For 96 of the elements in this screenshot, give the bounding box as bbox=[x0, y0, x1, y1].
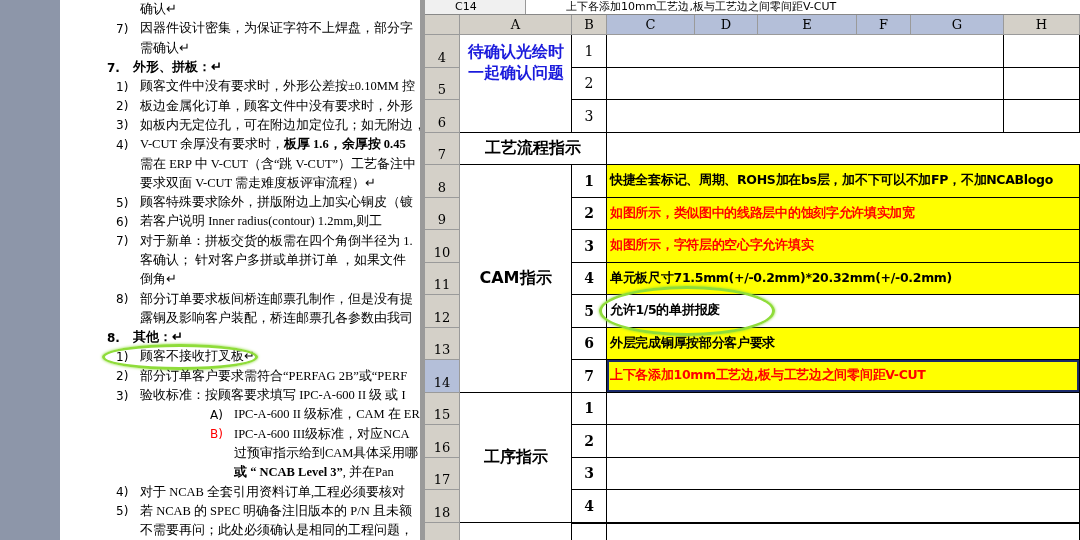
paragraph-text: 因器件设计密集，为保证字符不上焊盘，部分字 bbox=[140, 20, 413, 38]
table-cell: 4 bbox=[572, 490, 607, 523]
list-marker: 7) bbox=[116, 234, 130, 249]
list-marker: 3) bbox=[116, 388, 130, 403]
row-header[interactable]: 9 bbox=[425, 197, 460, 230]
paragraph-text: 确认↵ bbox=[140, 1, 177, 19]
column-header[interactable]: F bbox=[857, 15, 911, 35]
table-cell: 如图所示，字符层的空心字允许填实 bbox=[607, 230, 1080, 263]
paragraph-text: 顾客文件中没有要求时，外形公差按±0.10MM 控 bbox=[140, 78, 416, 96]
list-marker: 1) bbox=[116, 350, 130, 364]
table-cell: 1 bbox=[572, 35, 607, 68]
column-header[interactable]: G bbox=[911, 15, 1004, 35]
table-cell: 1 bbox=[572, 392, 607, 425]
list-marker: 2) bbox=[116, 99, 130, 114]
paragraph-text: 客确认； 针对客户多拼或单拼订单 ，如果文件 bbox=[140, 252, 407, 269]
paragraph-text: 要求双面 V-CUT 需走难度板评审流程）↵ bbox=[140, 174, 377, 192]
table-cell: 外层完成铜厚按部分客户要求 bbox=[607, 327, 1080, 360]
formula-field[interactable]: 上下各添加10mm工艺边,板与工艺边之间零间距V-CUT bbox=[526, 0, 837, 14]
column-header[interactable]: A bbox=[460, 15, 572, 35]
list-marker: 8. bbox=[107, 330, 121, 345]
row-header[interactable]: 17 bbox=[425, 457, 460, 490]
row-header[interactable]: 14 bbox=[425, 360, 460, 393]
section-heading: 其他：↵ bbox=[133, 329, 183, 347]
table-cell: 4 bbox=[572, 262, 607, 295]
list-marker: 5) bbox=[116, 195, 130, 210]
paragraph-text: 部分订单客户要求需符合“PERFAG 2B”或“PERF bbox=[140, 367, 408, 385]
row-header[interactable]: 4 bbox=[425, 35, 460, 68]
name-box[interactable]: C14 bbox=[425, 0, 526, 14]
paragraph-text: 露铜及影响客户装配，桥连邮票孔各参数由我司 bbox=[140, 309, 413, 327]
paragraph-text: 顾客特殊要求除外，拼版附边上加实心铜皮（镀 bbox=[140, 194, 413, 212]
row-header[interactable]: 15 bbox=[425, 392, 460, 425]
table-cell: 2 bbox=[572, 197, 607, 230]
paragraph-text: 需确认↵ bbox=[140, 39, 190, 57]
table-cell: 6 bbox=[572, 327, 607, 360]
list-marker: 8) bbox=[116, 292, 130, 307]
paragraph-text: 验收标准：按顾客要求填写 IPC-A-600 II 级 或 I bbox=[140, 387, 406, 405]
paragraph-text: 需在 ERP 中 V-CUT（含“跳 V-CUT”）工艺备注中 bbox=[140, 155, 417, 173]
paragraph-text: V-CUT 余厚没有要求时，板厚 1.6，余厚按 0.45 bbox=[140, 136, 406, 154]
table-cell: 2 bbox=[572, 425, 607, 458]
paragraph-text: IPC-A-600 II 级标准，CAM 在 ER bbox=[234, 406, 420, 424]
column-header[interactable]: H bbox=[1004, 15, 1080, 35]
row-header[interactable]: 12 bbox=[425, 295, 460, 328]
table-cell: 待确认光绘时一起确认问题 bbox=[460, 35, 572, 133]
paragraph-text: 倒角↵ bbox=[140, 271, 177, 289]
table-cell: 3 bbox=[572, 230, 607, 263]
list-marker: B) bbox=[210, 427, 224, 442]
list-marker: 2) bbox=[116, 369, 130, 384]
column-header[interactable]: B bbox=[572, 15, 607, 35]
list-marker: 1) bbox=[116, 79, 130, 94]
row-header[interactable]: 5 bbox=[425, 67, 460, 100]
paragraph-text: 若客户说明 Inner radius(contour) 1.2mm,则工 bbox=[140, 213, 382, 231]
column-header[interactable]: C bbox=[607, 15, 695, 35]
paragraph-text: 板边金属化订单，顾客文件中没有要求时，外形 bbox=[140, 97, 413, 115]
list-marker: 4) bbox=[116, 137, 130, 152]
table-cell: 单元板尺寸71.5mm(+/-0.2mm)*20.32mm(+/-0.2mm) bbox=[607, 262, 1080, 295]
table-cell: 3 bbox=[572, 100, 607, 133]
list-marker: 3) bbox=[116, 118, 130, 133]
section-heading: 外形、拼板：↵ bbox=[133, 59, 222, 77]
list-marker: A) bbox=[210, 407, 224, 422]
list-marker: 4) bbox=[116, 485, 130, 500]
table-cell: 工艺流程指示 bbox=[460, 132, 607, 165]
table-cell: 3 bbox=[572, 457, 607, 490]
table-cell: 2 bbox=[572, 67, 607, 100]
row-header[interactable]: 10 bbox=[425, 230, 460, 263]
paragraph-text: 若 NCAB 的 SPEC 明确备注旧版本的 P/N 且未额 bbox=[140, 502, 412, 520]
row-header[interactable]: 8 bbox=[425, 165, 460, 198]
table-cell: 快捷全套标记、周期、ROHS加在bs层，加不下可以不加FP，不加NCABlogo bbox=[607, 165, 1080, 198]
row-header[interactable]: 7 bbox=[425, 132, 460, 165]
table-cell: 7 bbox=[572, 360, 607, 393]
paragraph-text: 过预审指示给到CAM具体采用哪 bbox=[234, 444, 419, 462]
paragraph-text: 不需要再问；此处必须确认是相同的工程问题， bbox=[140, 522, 413, 540]
table-cell: 允许1/5的单拼报废 bbox=[607, 295, 1080, 328]
list-marker: 7) bbox=[116, 21, 130, 36]
table-cell: 1 bbox=[572, 165, 607, 198]
row-header[interactable]: 6 bbox=[425, 100, 460, 133]
paragraph-text: 如板内无定位孔，可在附边加定位孔；如无附边， bbox=[140, 116, 420, 134]
paragraph-text: 对于新单：拼板交货的板需在四个角倒半径为 1. bbox=[140, 232, 413, 250]
row-header[interactable]: 11 bbox=[425, 262, 460, 295]
table-cell: 如图所示，类似图中的线路层中的蚀刻字允许填实加宽 bbox=[607, 197, 1080, 230]
paragraph-text: 部分订单要求板间桥连邮票孔制作，但是没有提 bbox=[140, 290, 413, 308]
list-marker: 5) bbox=[116, 504, 130, 519]
column-header[interactable]: E bbox=[758, 15, 857, 35]
select-all-corner[interactable] bbox=[425, 15, 460, 35]
row-header[interactable]: 16 bbox=[425, 425, 460, 458]
list-marker: 6) bbox=[116, 214, 130, 229]
table-cell[interactable]: 上下各添加10mm工艺边,板与工艺边之间零间距V-CUT bbox=[607, 360, 1080, 393]
table-cell: CAM指示 bbox=[460, 165, 572, 393]
list-marker: 7. bbox=[107, 60, 121, 75]
paragraph-text: IPC-A-600 III级标准，对应NCA bbox=[234, 425, 410, 443]
table-cell: 5 bbox=[572, 295, 607, 328]
row-header[interactable]: 13 bbox=[425, 327, 460, 360]
table-cell: 工序指示 bbox=[460, 392, 572, 523]
paragraph-text: 或 “ NCAB Level 3”, 并在Pan bbox=[234, 464, 394, 482]
paragraph-text: 对于 NCAB 全套引用资料订单,工程必须要核对 bbox=[140, 483, 406, 501]
row-header[interactable]: 18 bbox=[425, 490, 460, 523]
column-header[interactable]: D bbox=[695, 15, 758, 35]
